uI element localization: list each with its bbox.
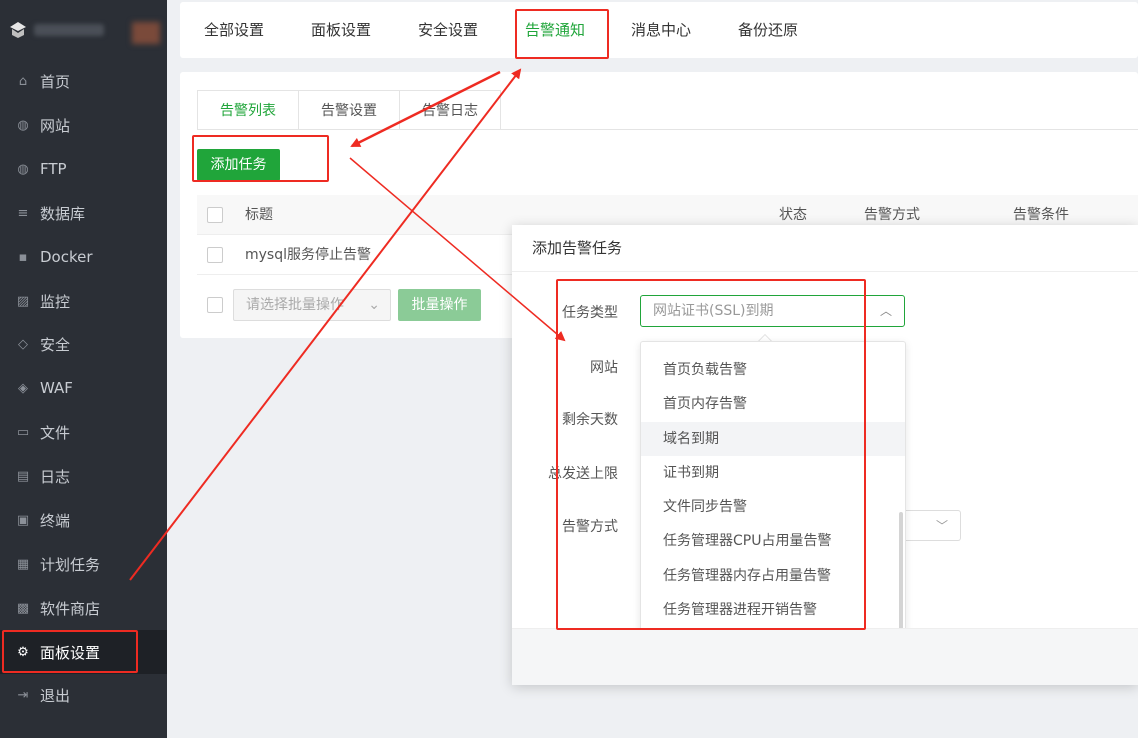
sidebar-item-label: 软件商店 bbox=[40, 599, 101, 618]
logout-icon: ⇥ bbox=[17, 687, 29, 703]
dropdown-option[interactable]: 域名到期 bbox=[641, 422, 905, 456]
dropdown-option[interactable]: 任务管理器进程开销告警 bbox=[641, 593, 905, 627]
batch-operation-button[interactable]: 批量操作 bbox=[398, 289, 481, 321]
select-all-checkbox[interactable] bbox=[207, 207, 223, 223]
label-task-type: 任务类型 bbox=[562, 305, 618, 321]
gear-icon: ⚙ bbox=[17, 644, 29, 660]
database-icon: ≡ bbox=[17, 205, 29, 221]
sidebar-item-11[interactable]: ▦ 计划任务 bbox=[0, 542, 167, 586]
task-type-select[interactable]: 网站证书(SSL)到期 ︿ bbox=[640, 295, 905, 327]
subtab-alert-log[interactable]: 告警日志 bbox=[400, 90, 501, 130]
chevron-down-icon: ⌄ bbox=[368, 297, 380, 313]
task-type-dropdown: ⋯⋯⋯ 首页负载告警首页内存告警域名到期证书到期文件同步告警任务管理器CPU占用… bbox=[640, 341, 906, 633]
dropdown-option[interactable]: 任务管理器CPU占用量告警 bbox=[641, 524, 905, 558]
add-alert-task-dialog: 添加告警任务 任务类型 网站证书(SSL)到期 ︿ 网站 剩余天数 总发送上限 … bbox=[512, 225, 1138, 685]
tab-alert-notification[interactable]: 告警通知 bbox=[525, 2, 585, 58]
sidebar-item-label: 安全 bbox=[40, 335, 71, 354]
label-site: 网站 bbox=[590, 360, 618, 376]
alert-subtabs: 告警列表 告警设置 告警日志 bbox=[197, 90, 501, 130]
row-title: mysql服务停止告警 bbox=[245, 247, 371, 263]
label-alert-method: 告警方式 bbox=[562, 519, 618, 535]
sidebar-item-14[interactable]: ⇥ 退出 bbox=[0, 673, 167, 717]
sidebar-item-label: 终端 bbox=[40, 511, 71, 530]
task-type-value: 网站证书(SSL)到期 bbox=[653, 303, 774, 319]
dropdown-option[interactable]: 首页负载告警 bbox=[641, 353, 905, 387]
alert-method-select[interactable]: ﹀ bbox=[904, 510, 961, 541]
batch-operation-select[interactable]: 请选择批量操作 ⌄ bbox=[233, 289, 391, 321]
dropdown-option[interactable]: 文件同步告警 bbox=[641, 490, 905, 524]
globe-icon: ◍ bbox=[17, 117, 29, 133]
apps-grid-icon: ▩ bbox=[16, 600, 30, 616]
sidebar-item-12[interactable]: ▩ 软件商店 bbox=[0, 586, 167, 630]
sidebar-item-0[interactable]: ⌂ 首页 bbox=[0, 59, 167, 103]
logo-icon bbox=[8, 20, 28, 40]
docker-icon: ▪ bbox=[18, 249, 28, 265]
tab-all-settings[interactable]: 全部设置 bbox=[204, 2, 264, 58]
sidebar-item-10[interactable]: ▣ 终端 bbox=[0, 498, 167, 542]
monitor-chart-icon: ▨ bbox=[16, 293, 30, 309]
column-title: 标题 bbox=[245, 207, 273, 223]
subtab-alert-list[interactable]: 告警列表 bbox=[197, 90, 299, 130]
sidebar-item-7[interactable]: ◈ WAF bbox=[0, 366, 167, 410]
calendar-icon: ▦ bbox=[16, 556, 30, 572]
shield-icon: ◇ bbox=[18, 336, 28, 352]
dropdown-option[interactable]: 证书到期 bbox=[641, 456, 905, 490]
sidebar-item-5[interactable]: ▨ 监控 bbox=[0, 279, 167, 323]
dialog-footer bbox=[512, 628, 1138, 685]
sidebar-item-9[interactable]: ▤ 日志 bbox=[0, 454, 167, 498]
blurred-hostname bbox=[34, 24, 104, 36]
tab-panel-settings[interactable]: 面板设置 bbox=[311, 2, 371, 58]
dropdown-scrollbar[interactable] bbox=[899, 512, 903, 632]
sidebar-item-label: Docker bbox=[40, 248, 93, 266]
sidebar-item-13[interactable]: ⚙ 面板设置 bbox=[0, 630, 167, 674]
sidebar-item-label: FTP bbox=[40, 160, 67, 178]
sidebar-item-2[interactable]: ◍ FTP bbox=[0, 147, 167, 191]
sidebar-item-label: 数据库 bbox=[40, 204, 86, 223]
tab-security-settings[interactable]: 安全设置 bbox=[418, 2, 478, 58]
tab-message-center[interactable]: 消息中心 bbox=[631, 2, 691, 58]
sidebar-item-label: 文件 bbox=[40, 423, 71, 442]
subtab-alert-settings[interactable]: 告警设置 bbox=[299, 90, 400, 130]
sidebar-item-4[interactable]: ▪ Docker bbox=[0, 235, 167, 279]
subtabs-divider bbox=[197, 129, 1138, 130]
tab-backup-restore[interactable]: 备份还原 bbox=[738, 2, 798, 58]
blurred-badge bbox=[132, 22, 160, 44]
log-file-icon: ▤ bbox=[16, 468, 30, 484]
dropdown-option[interactable]: 首页内存告警 bbox=[641, 387, 905, 421]
clipped-option: ⋯⋯⋯ bbox=[663, 342, 773, 346]
waf-shield-icon: ◈ bbox=[18, 380, 28, 396]
sidebar-item-label: 日志 bbox=[40, 467, 71, 486]
row-checkbox[interactable] bbox=[207, 247, 223, 263]
home-icon: ⌂ bbox=[18, 73, 28, 89]
sidebar-item-3[interactable]: ≡ 数据库 bbox=[0, 191, 167, 235]
sidebar-item-label: WAF bbox=[40, 379, 73, 397]
sidebar-item-6[interactable]: ◇ 安全 bbox=[0, 322, 167, 366]
ftp-globe-icon: ◍ bbox=[17, 161, 29, 177]
sidebar-item-label: 网站 bbox=[40, 116, 71, 135]
sidebar-item-label: 退出 bbox=[40, 686, 71, 705]
add-task-button[interactable]: 添加任务 bbox=[197, 149, 280, 181]
sidebar-item-label: 首页 bbox=[40, 72, 71, 91]
dialog-title: 添加告警任务 bbox=[512, 225, 1138, 272]
folder-icon: ▭ bbox=[16, 424, 30, 440]
sidebar-item-1[interactable]: ◍ 网站 bbox=[0, 103, 167, 147]
label-send-limit: 总发送上限 bbox=[548, 466, 618, 482]
sidebar: ⌂ 首页 ◍ 网站 ◍ FTP ≡ 数据库 ▪ Docker ▨ 监控 ◇ 安全 ◈ WAF ▭ 文件 ▤ 日志 ▣ 终端… bbox=[0, 0, 167, 738]
dropdown-option[interactable]: 任务管理器内存占用量告警 bbox=[641, 559, 905, 593]
chevron-down-icon: ﹀ bbox=[935, 519, 948, 533]
sidebar-item-8[interactable]: ▭ 文件 bbox=[0, 410, 167, 454]
settings-top-nav: 全部设置 面板设置 安全设置 告警通知 消息中心 备份还原 bbox=[180, 2, 1138, 58]
terminal-icon: ▣ bbox=[16, 512, 30, 528]
brand-logo-area bbox=[0, 0, 167, 60]
sidebar-item-label: 计划任务 bbox=[40, 555, 101, 574]
sidebar-item-label: 面板设置 bbox=[40, 643, 101, 662]
label-remaining-days: 剩余天数 bbox=[562, 412, 618, 428]
chevron-up-icon: ︿ bbox=[879, 304, 892, 318]
batch-checkbox[interactable] bbox=[207, 297, 223, 313]
batch-select-placeholder: 请选择批量操作 bbox=[246, 297, 344, 313]
sidebar-item-label: 监控 bbox=[40, 292, 71, 311]
